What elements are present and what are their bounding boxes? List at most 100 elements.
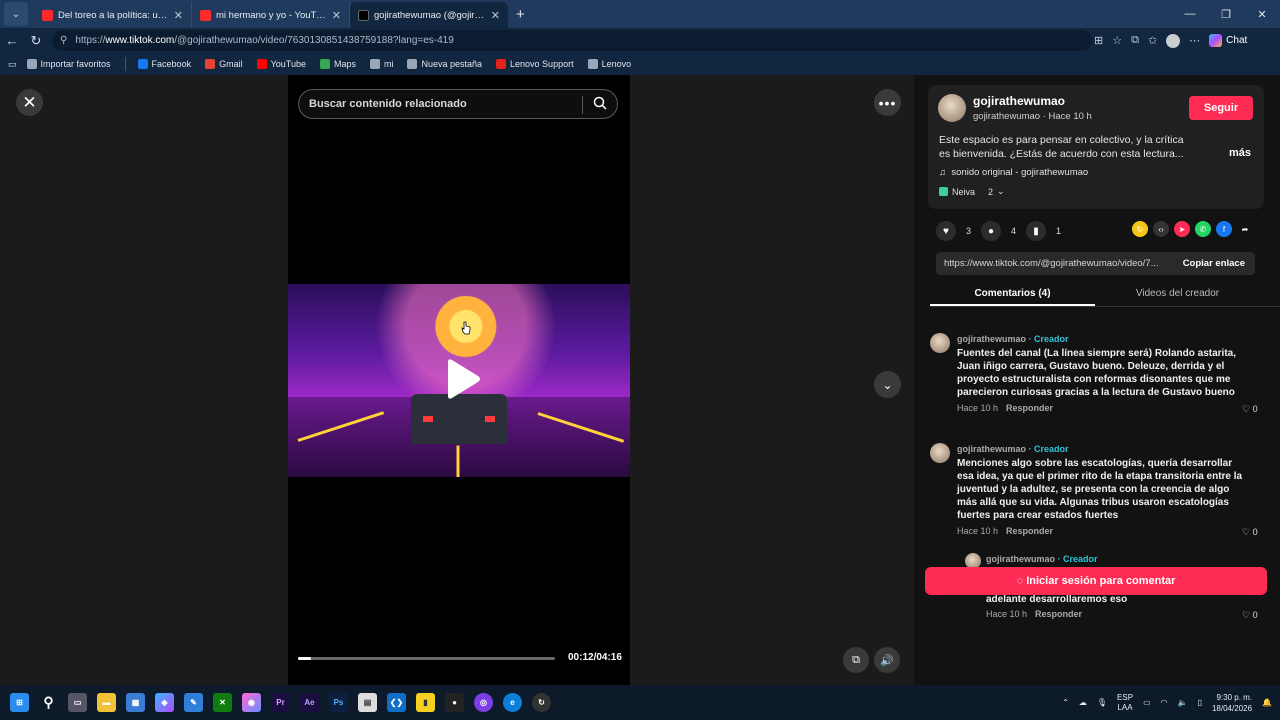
- browser-tab-active[interactable]: gojirathewumao (@gojirathewumao ✕: [350, 2, 508, 28]
- edge-icon[interactable]: e: [503, 693, 522, 712]
- comment-user[interactable]: gojirathewumao · Creador: [986, 554, 1098, 564]
- document-app-icon[interactable]: ▤: [358, 693, 377, 712]
- avatar[interactable]: [930, 443, 950, 463]
- tab-comments[interactable]: Comentarios (4): [930, 281, 1095, 306]
- favorite-item[interactable]: Gmail: [205, 59, 243, 69]
- close-tab-icon[interactable]: ✕: [332, 9, 341, 22]
- comment-like[interactable]: ♡ 0: [1242, 527, 1258, 538]
- clock[interactable]: 9:30 p. m. 18/04/2026: [1212, 692, 1252, 714]
- comment-icon[interactable]: ●: [981, 221, 1002, 241]
- volume-button[interactable]: 🔊: [874, 647, 900, 673]
- favorite-item[interactable]: mi: [369, 59, 393, 69]
- minimize-button[interactable]: —: [1172, 0, 1208, 28]
- whatsapp-icon[interactable]: ✆: [1195, 221, 1211, 237]
- photos-icon[interactable]: ◉: [242, 693, 261, 712]
- favorite-star-icon[interactable]: ☆: [1112, 34, 1122, 47]
- copilot-icon[interactable]: ◆: [155, 693, 174, 712]
- favorite-item[interactable]: YouTube: [256, 59, 306, 69]
- sound-link[interactable]: ♫ sonido original - gojirathewumao: [939, 167, 1088, 178]
- new-tab-button[interactable]: +: [516, 6, 525, 23]
- comment-like[interactable]: ♡ 0: [1242, 610, 1258, 621]
- favorite-item[interactable]: Nueva pestaña: [407, 59, 482, 69]
- favorite-item[interactable]: Lenovo: [587, 59, 631, 69]
- close-tab-icon[interactable]: ✕: [174, 9, 183, 22]
- chat-button[interactable]: Chat: [1209, 34, 1247, 47]
- favorite-item[interactable]: Importar favoritos: [26, 59, 111, 69]
- back-button[interactable]: ←: [0, 33, 24, 48]
- tab-creator-videos[interactable]: Videos del creador: [1095, 281, 1260, 306]
- author-name[interactable]: gojirathewumao: [973, 94, 1065, 108]
- comment-user[interactable]: gojirathewumao · Creador: [957, 444, 1069, 454]
- embed-icon[interactable]: ‹›: [1153, 221, 1169, 237]
- avatar[interactable]: [930, 333, 950, 353]
- more-link[interactable]: más: [1229, 147, 1251, 159]
- picture-in-picture-button[interactable]: ⧉: [843, 647, 869, 673]
- close-tab-icon[interactable]: ✕: [491, 9, 500, 22]
- xbox-icon[interactable]: ✕: [213, 693, 232, 712]
- battery-icon[interactable]: ▯: [1198, 698, 1202, 707]
- microphone-icon[interactable]: 🎙: [1097, 698, 1107, 707]
- send-icon[interactable]: ➤: [1174, 221, 1190, 237]
- media-app-icon[interactable]: ◎: [474, 693, 493, 712]
- more-options-button[interactable]: •••: [874, 89, 901, 116]
- notes-app-icon[interactable]: ▮: [416, 693, 435, 712]
- search-icon[interactable]: ⚲: [39, 693, 58, 712]
- notifications-icon[interactable]: 🔔: [1262, 698, 1272, 707]
- refresh-button[interactable]: ↻: [24, 33, 48, 49]
- login-to-comment-button[interactable]: ◌ Iniciar sesión para comentar: [925, 567, 1267, 595]
- onedrive-icon[interactable]: ☁: [1079, 698, 1087, 707]
- profile-avatar[interactable]: [1166, 33, 1181, 48]
- language-indicator[interactable]: ESP LAA: [1117, 693, 1133, 713]
- facebook-icon[interactable]: f: [1216, 221, 1232, 237]
- favorite-item[interactable]: Facebook: [137, 59, 191, 69]
- app-with-badge-icon[interactable]: ↻: [532, 693, 551, 712]
- site-info-icon[interactable]: ⚲: [60, 35, 67, 46]
- avatar[interactable]: [938, 94, 966, 122]
- after-effects-icon[interactable]: Ae: [300, 693, 319, 712]
- windows-start-icon[interactable]: ⊞: [10, 693, 29, 712]
- favorites-icon[interactable]: ✩: [1148, 34, 1157, 47]
- premiere-icon[interactable]: Pr: [271, 693, 290, 712]
- follow-button[interactable]: Seguir: [1189, 96, 1253, 120]
- favorite-item[interactable]: Maps: [319, 59, 356, 69]
- play-icon[interactable]: [442, 358, 482, 400]
- favorites-bar-toggle-icon[interactable]: ▭: [8, 59, 17, 70]
- vscode-icon[interactable]: ❮❯: [387, 693, 406, 712]
- github-icon[interactable]: ●: [445, 693, 464, 712]
- reply-button[interactable]: Responder: [1035, 609, 1082, 619]
- copy-link-button[interactable]: Copiar enlace: [1173, 258, 1255, 269]
- close-window-button[interactable]: ✕: [1244, 0, 1280, 28]
- progress-bar[interactable]: [298, 657, 555, 660]
- tab-actions-button[interactable]: ⌄: [4, 2, 28, 26]
- volume-icon[interactable]: 🔈: [1178, 698, 1188, 707]
- chevron-up-icon[interactable]: ⌃: [1062, 698, 1069, 707]
- url-field[interactable]: ⚲ https://www.tiktok.com/@gojirathewumao…: [52, 30, 1092, 51]
- search-icon[interactable]: [593, 96, 607, 110]
- app-available-icon[interactable]: ⊞: [1094, 34, 1103, 47]
- favorite-item[interactable]: Lenovo Support: [496, 59, 574, 69]
- extensions-icon[interactable]: ⧉: [1131, 34, 1139, 47]
- repost-icon[interactable]: ↻: [1132, 221, 1148, 237]
- search-input[interactable]: Buscar contenido relacionado: [298, 89, 618, 119]
- next-video-button[interactable]: ⌄: [874, 371, 901, 398]
- comment-like[interactable]: ♡ 0: [1242, 404, 1258, 415]
- display-icon[interactable]: ▭: [1143, 698, 1151, 707]
- like-icon[interactable]: ♥: [936, 221, 956, 241]
- editor-app-icon[interactable]: ✎: [184, 693, 203, 712]
- browser-tab[interactable]: Del toreo a la política: una charla s ✕: [34, 2, 192, 28]
- browser-tab[interactable]: mi hermano y yo - YouTube ✕: [192, 2, 350, 28]
- store-icon[interactable]: ▦: [126, 693, 145, 712]
- bookmark-icon[interactable]: ▮: [1026, 221, 1047, 241]
- location-tag[interactable]: Neiva 2 ⌄: [939, 186, 1005, 197]
- settings-more-icon[interactable]: ⋯: [1189, 34, 1200, 47]
- restore-button[interactable]: ❐: [1208, 0, 1244, 28]
- task-view-icon[interactable]: ▭: [68, 693, 87, 712]
- wifi-icon[interactable]: ◠: [1161, 698, 1168, 707]
- comment-user[interactable]: gojirathewumao · Creador: [957, 334, 1069, 344]
- share-link[interactable]: https://www.tiktok.com/@gojirathewumao/v…: [936, 258, 1173, 269]
- file-explorer-icon[interactable]: ▬: [97, 693, 116, 712]
- reply-button[interactable]: Responder: [1006, 403, 1053, 413]
- photoshop-icon[interactable]: Ps: [329, 693, 348, 712]
- share-arrow-icon[interactable]: ➦: [1237, 221, 1253, 237]
- reply-button[interactable]: Responder: [1006, 526, 1053, 536]
